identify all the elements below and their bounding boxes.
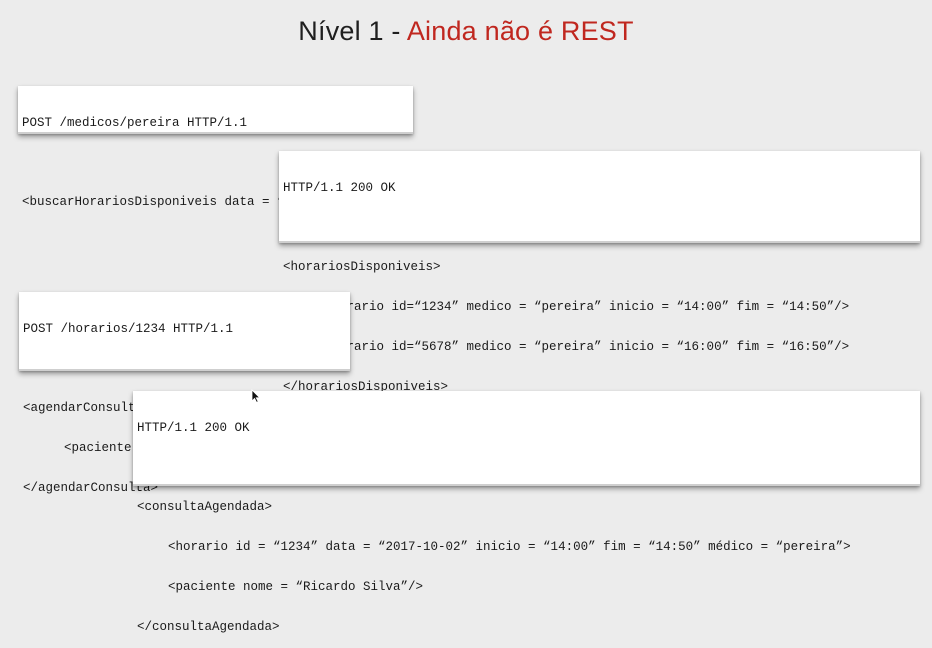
request-card-buscar-horarios: POST /medicos/pereira HTTP/1.1 <buscarHo… <box>18 86 413 209</box>
slide-title: Nível 1 - Ainda não é REST <box>0 16 932 47</box>
slide-title-prefix: Nível 1 - <box>298 16 407 46</box>
request-line: POST /medicos/pereira HTTP/1.1 <box>22 115 248 130</box>
mouse-pointer-icon <box>251 389 261 403</box>
xml-horario-line: <horario id=“5678” medico = “pereira” in… <box>324 340 850 355</box>
xml-paciente-line: <paciente nome = “Ricardo Silva”/> <box>168 580 424 595</box>
xml-open-tag: <consultaAgendada> <box>137 500 273 515</box>
response-card-consulta-agendada: HTTP/1.1 200 OK <consultaAgendada> <hora… <box>133 391 920 634</box>
status-line: HTTP/1.1 200 OK <box>137 420 250 435</box>
xml-close-tag: </consultaAgendada> <box>137 620 280 635</box>
status-line: HTTP/1.1 200 OK <box>283 180 396 195</box>
response-card-horarios-disponiveis: HTTP/1.1 200 OK <horariosDisponiveis> <h… <box>279 151 920 394</box>
xml-horario-line: <horario id=“1234” medico = “pereira” in… <box>324 300 850 315</box>
xml-open-tag: <horariosDisponiveis> <box>283 260 441 275</box>
request-card-agendar-consulta: POST /horarios/1234 HTTP/1.1 <agendarCon… <box>19 292 350 495</box>
slide-title-accent: Ainda não é REST <box>406 16 634 46</box>
xml-horario-line: <horario id = “1234” data = “2017-10-02”… <box>168 540 851 555</box>
request-line: POST /horarios/1234 HTTP/1.1 <box>23 321 234 336</box>
